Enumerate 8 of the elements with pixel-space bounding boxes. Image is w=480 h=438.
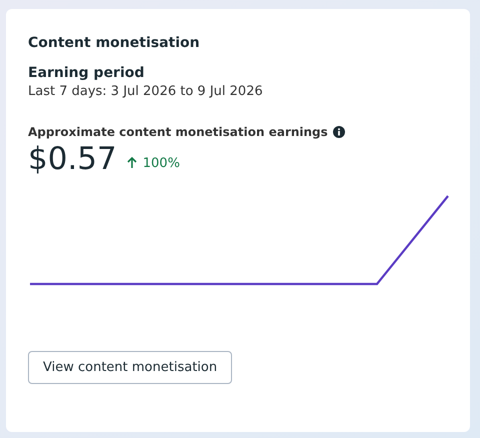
earnings-value: $0.57	[28, 141, 117, 177]
period-range: Last 7 days: 3 Jul 2026 to 9 Jul 2026	[28, 84, 264, 99]
card-title: Content monetisation	[28, 35, 201, 51]
info-icon[interactable]	[332, 126, 345, 138]
period-heading: Earning period	[28, 65, 146, 81]
view-monetisation-button[interactable]: View content monetisation	[28, 351, 232, 384]
change-percent: 100%	[142, 156, 180, 170]
metric-label: Approximate content monetisation earnings	[28, 125, 328, 139]
